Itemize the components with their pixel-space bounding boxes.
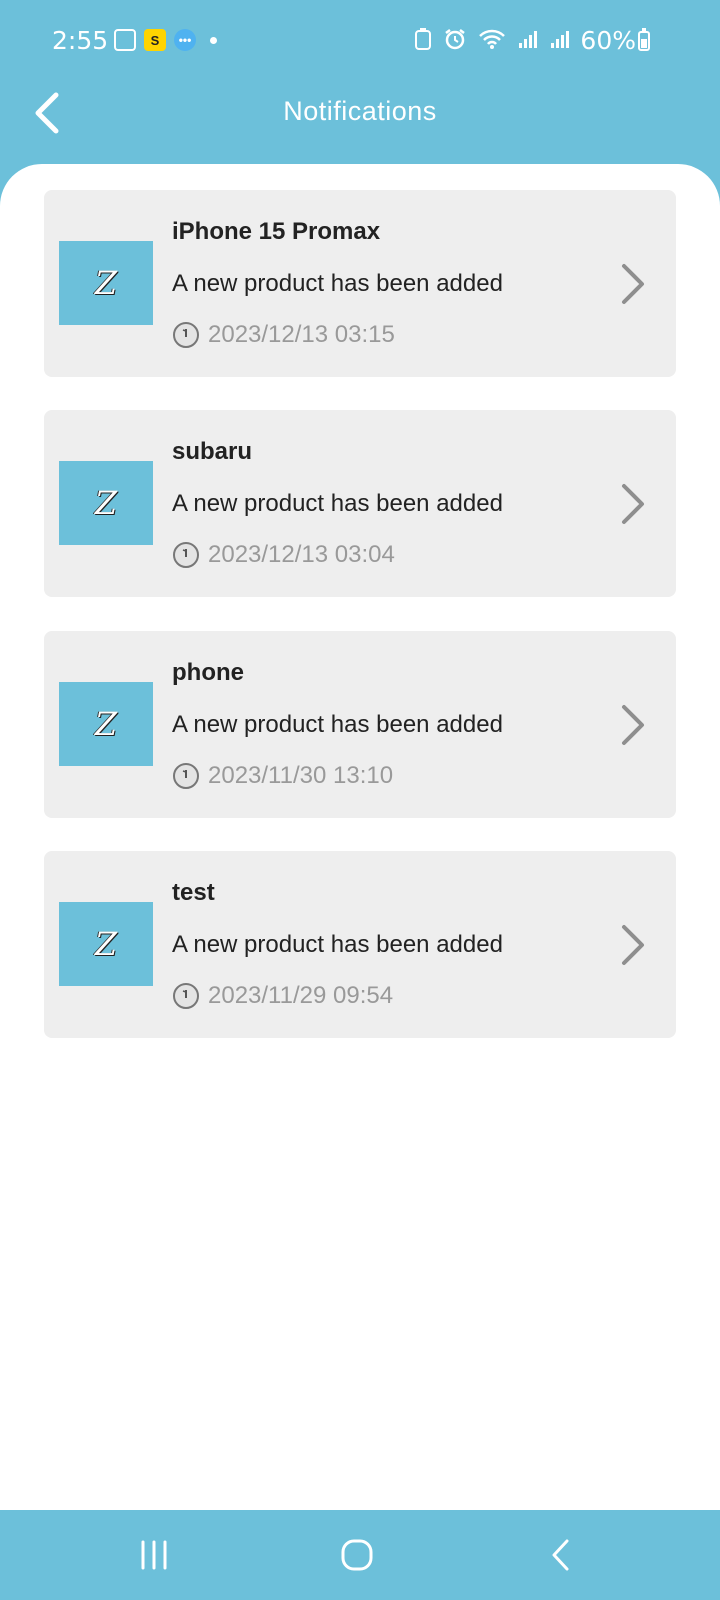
notification-timestamp: 2023/11/29 09:54 xyxy=(208,982,394,1009)
status-bar: 2:55 S ••• 60% xyxy=(0,0,720,80)
gallery-icon xyxy=(114,29,136,51)
notification-timestamp: 2023/12/13 03:15 xyxy=(208,321,395,348)
notification-card[interactable]: Z iPhone 15 Promax A new product has bee… xyxy=(44,190,676,377)
page-title: Notifications xyxy=(283,96,437,126)
notification-dot xyxy=(210,36,217,44)
product-thumbnail: Z xyxy=(59,461,153,545)
notification-timestamp: 2023/11/30 13:10 xyxy=(208,762,394,789)
notification-title: test xyxy=(172,879,215,906)
system-nav-bar xyxy=(0,1510,720,1600)
status-time: 2:55 xyxy=(52,26,109,55)
chat-app-icon: ••• xyxy=(174,29,196,51)
product-thumbnail: Z xyxy=(59,902,153,986)
alarm-icon xyxy=(445,29,465,50)
notification-title: phone xyxy=(172,659,244,686)
notification-time: 2023/11/30 13:10 xyxy=(172,762,393,790)
recent-apps-icon xyxy=(141,1540,167,1570)
chevron-right-icon xyxy=(622,705,644,745)
product-thumbnail: Z xyxy=(59,682,153,766)
product-thumbnail: Z xyxy=(59,241,153,325)
notifications-list: Z iPhone 15 Promax A new product has bee… xyxy=(0,164,720,1510)
notification-card[interactable]: Z phone A new product has been added 202… xyxy=(44,631,676,818)
notification-card[interactable]: Z subaru A new product has been added 20… xyxy=(44,410,676,597)
thumbnail-logo: Z xyxy=(94,925,118,963)
battery-percent: 60% xyxy=(580,26,636,55)
thumbnail-logo: Z xyxy=(94,264,118,302)
chevron-right-icon xyxy=(622,264,644,304)
thumbnail-logo: Z xyxy=(94,705,118,743)
notification-title: iPhone 15 Promax xyxy=(172,218,381,245)
clock-icon xyxy=(173,322,199,348)
chevron-right-icon xyxy=(622,484,644,524)
signal-icon xyxy=(519,31,537,48)
signal-icon xyxy=(551,31,569,48)
home-icon xyxy=(341,1539,373,1571)
notification-message: A new product has been added xyxy=(172,270,503,297)
notification-message: A new product has been added xyxy=(172,711,503,738)
clock-icon xyxy=(173,763,199,789)
notification-message: A new product has been added xyxy=(172,931,503,958)
system-back-button[interactable] xyxy=(531,1534,591,1576)
notification-title: subaru xyxy=(172,438,253,465)
recent-apps-button[interactable] xyxy=(124,1534,184,1576)
notification-card[interactable]: Z test A new product has been added 2023… xyxy=(44,851,676,1038)
notification-time: 2023/11/29 09:54 xyxy=(172,982,393,1010)
notification-time: 2023/12/13 03:04 xyxy=(172,541,395,569)
app-header: Notifications xyxy=(0,80,720,164)
back-icon xyxy=(552,1539,569,1571)
clock-icon xyxy=(173,542,199,568)
notification-time: 2023/12/13 03:15 xyxy=(172,321,395,349)
battery-icon xyxy=(638,28,650,51)
battery-saver-icon xyxy=(415,28,431,50)
thumbnail-logo: Z xyxy=(94,484,118,522)
home-button[interactable] xyxy=(327,1534,387,1576)
clock-icon xyxy=(173,983,199,1009)
yellow-app-icon: S xyxy=(144,29,166,51)
notification-message: A new product has been added xyxy=(172,490,503,517)
chevron-right-icon xyxy=(622,925,644,965)
wifi-icon xyxy=(479,29,505,49)
notification-timestamp: 2023/12/13 03:04 xyxy=(208,541,395,568)
